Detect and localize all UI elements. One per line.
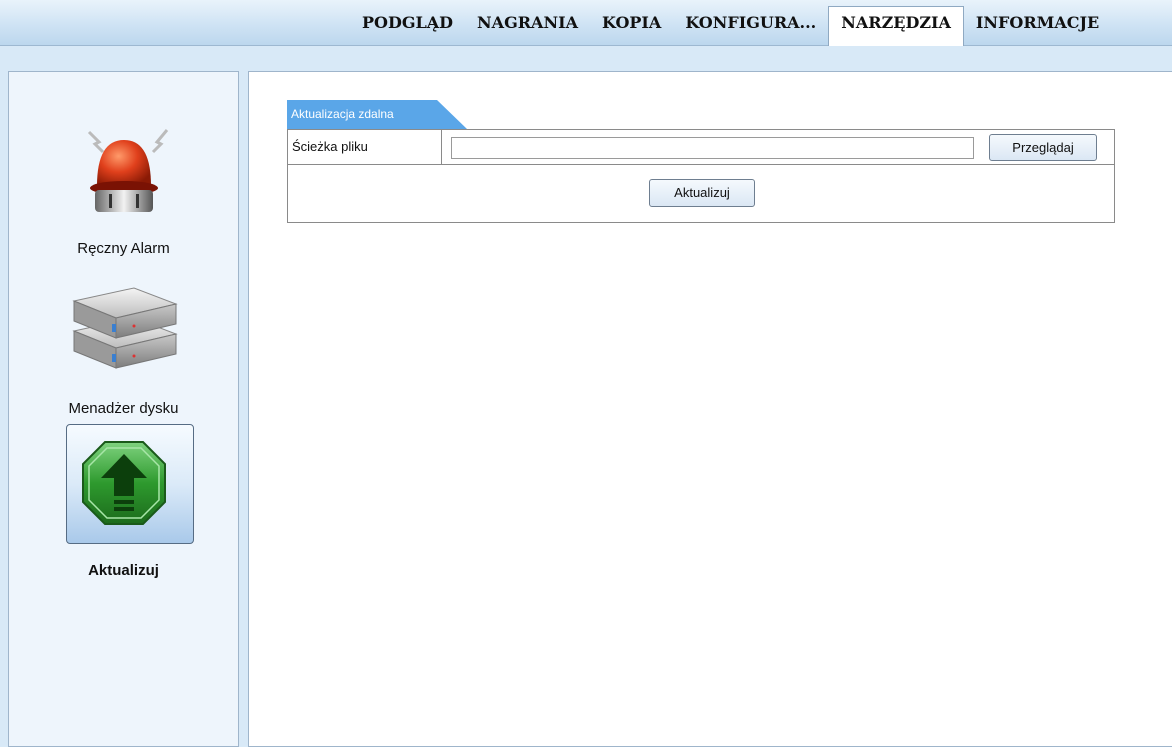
file-path-row: Ścieżka pliku Przeglądaj xyxy=(288,130,1114,165)
tab-informacje[interactable]: INFORMACJE xyxy=(964,7,1111,45)
browse-button[interactable]: Przeglądaj xyxy=(989,134,1097,161)
sidebar-item-update[interactable]: Aktualizuj xyxy=(9,440,238,579)
sidebar-item-label: Aktualizuj xyxy=(88,562,159,579)
sidebar-item-manual-alarm[interactable]: Ręczny Alarm xyxy=(9,120,238,257)
update-button[interactable]: Aktualizuj xyxy=(649,179,755,207)
top-nav-bar: PODGLĄD NAGRANIA KOPIA KONFIGURA... NARZ… xyxy=(0,0,1172,46)
file-path-label: Ścieżka pliku xyxy=(288,130,442,164)
sidebar-item-label: Menadżer dysku xyxy=(68,400,179,417)
main-content: Aktualizacja zdalna Ścieżka pliku Przegl… xyxy=(248,71,1172,747)
tab-kopia[interactable]: KOPIA xyxy=(590,7,673,45)
alarm-beacon-icon xyxy=(87,129,168,212)
sidebar-item-label: Ręczny Alarm xyxy=(77,240,170,257)
upgrade-arrow-icon xyxy=(81,441,166,525)
tools-sidebar: Ręczny Alarm Menadżer dysku Aktualizuj xyxy=(8,71,239,747)
file-path-input[interactable] xyxy=(451,137,974,159)
tab-konfiguracja[interactable]: KONFIGURA... xyxy=(673,7,828,45)
remote-update-panel: Ścieżka pliku Przeglądaj Aktualizuj xyxy=(287,129,1115,223)
tab-narzedzia[interactable]: NARZĘDZIA xyxy=(828,6,964,46)
sidebar-item-disk-manager[interactable]: Menadżer dysku xyxy=(9,276,238,417)
tab-nagrania[interactable]: NAGRANIA xyxy=(465,7,590,45)
panel-tab-title: Aktualizacja zdalna xyxy=(291,107,394,121)
tab-podglad[interactable]: PODGLĄD xyxy=(350,7,465,45)
main-tabs: PODGLĄD NAGRANIA KOPIA KONFIGURA... NARZ… xyxy=(350,0,1111,46)
panel-tab-remote-update: Aktualizacja zdalna xyxy=(287,100,467,129)
hard-disk-icon xyxy=(71,287,178,369)
